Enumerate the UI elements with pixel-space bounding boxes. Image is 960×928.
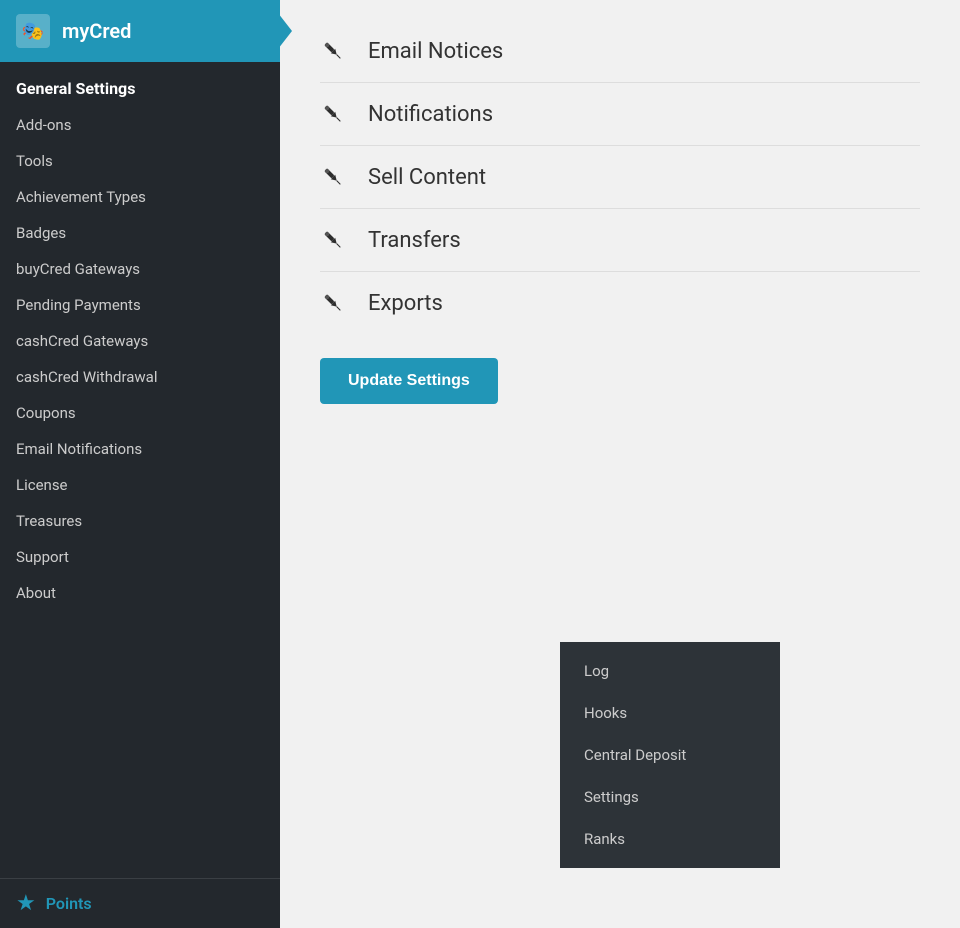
menu-pin-icon-2 [320, 164, 350, 190]
sidebar-nav-item-7[interactable]: cashCred Gateways [0, 323, 280, 359]
sidebar-nav-item-3[interactable]: Achievement Types [0, 179, 280, 215]
brand-title: myCred [62, 19, 131, 43]
menu-item-0[interactable]: Email Notices [320, 20, 920, 83]
menu-item-2[interactable]: Sell Content [320, 146, 920, 209]
menu-item-label-4: Exports [368, 291, 443, 316]
update-settings-button[interactable]: Update Settings [320, 358, 498, 404]
star-icon: ★ [16, 891, 36, 916]
logo-icon: 🎭 [22, 21, 44, 42]
sidebar-nav-item-11[interactable]: License [0, 467, 280, 503]
header-arrow [278, 13, 292, 49]
dropdown-item-2[interactable]: Central Deposit [560, 734, 780, 776]
menu-item-label-1: Notifications [368, 102, 493, 127]
sidebar-nav-item-10[interactable]: Email Notifications [0, 431, 280, 467]
sidebar-header[interactable]: 🎭 myCred [0, 0, 280, 62]
menu-item-1[interactable]: Notifications [320, 83, 920, 146]
sidebar-bottom-points[interactable]: ★ Points [0, 878, 280, 928]
menu-item-label-3: Transfers [368, 228, 461, 253]
dropdown-item-1[interactable]: Hooks [560, 692, 780, 734]
sidebar-nav-item-13[interactable]: Support [0, 539, 280, 575]
dropdown-popup: LogHooksCentral DepositSettingsRanks [560, 642, 780, 868]
menu-item-label-0: Email Notices [368, 39, 503, 64]
menu-pin-icon-0 [320, 38, 350, 64]
menu-item-3[interactable]: Transfers [320, 209, 920, 272]
menu-item-4[interactable]: Exports [320, 272, 920, 334]
menu-pin-icon-4 [320, 290, 350, 316]
menu-item-label-2: Sell Content [368, 165, 486, 190]
sidebar-nav-item-8[interactable]: cashCred Withdrawal [0, 359, 280, 395]
sidebar-nav-item-1[interactable]: Add-ons [0, 107, 280, 143]
main-content-area: Email Notices Notifications Sell Content… [280, 0, 960, 928]
dropdown-item-0[interactable]: Log [560, 650, 780, 692]
menu-pin-icon-3 [320, 227, 350, 253]
sidebar-nav-item-2[interactable]: Tools [0, 143, 280, 179]
sidebar-nav: General SettingsAdd-onsToolsAchievement … [0, 62, 280, 878]
sidebar-nav-item-9[interactable]: Coupons [0, 395, 280, 431]
sidebar-nav-item-0[interactable]: General Settings [0, 70, 280, 107]
dropdown-item-3[interactable]: Settings [560, 776, 780, 818]
sidebar-nav-item-6[interactable]: Pending Payments [0, 287, 280, 323]
brand-logo: 🎭 [16, 14, 50, 48]
sidebar: 🎭 myCred General SettingsAdd-onsToolsAch… [0, 0, 280, 928]
sidebar-nav-item-14[interactable]: About [0, 575, 280, 611]
sidebar-nav-item-4[interactable]: Badges [0, 215, 280, 251]
sidebar-nav-item-5[interactable]: buyCred Gateways [0, 251, 280, 287]
menu-pin-icon-1 [320, 101, 350, 127]
main-panel: Email Notices Notifications Sell Content… [280, 0, 960, 424]
sidebar-nav-item-12[interactable]: Treasures [0, 503, 280, 539]
points-label: Points [46, 894, 92, 913]
dropdown-item-4[interactable]: Ranks [560, 818, 780, 860]
